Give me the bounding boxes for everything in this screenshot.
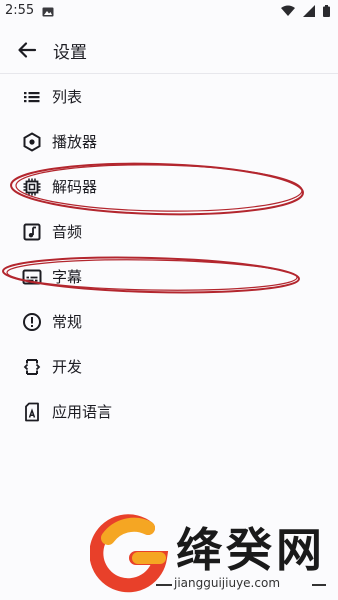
watermark: 绛癸网 jiangguijiuye.com <box>90 514 330 600</box>
menu-item-subtitles[interactable]: 字幕 <box>0 254 338 299</box>
info-icon <box>23 313 41 331</box>
watermark-brand: 绛癸网 <box>176 523 326 577</box>
watermark-line-left <box>156 584 172 586</box>
menu-item-label: 应用语言 <box>52 403 113 421</box>
subtitles-icon <box>22 269 42 285</box>
menu-item-label: 字幕 <box>52 268 83 286</box>
watermark-line-right <box>312 584 326 586</box>
arrow-back-icon <box>18 42 37 58</box>
page-title: 设置 <box>53 43 87 63</box>
menu-item-list[interactable]: 列表 <box>0 74 338 119</box>
menu-item-developer[interactable]: 开发 <box>0 344 338 389</box>
menu-item-label: 列表 <box>52 88 83 106</box>
gallery-icon <box>42 6 54 21</box>
menu-item-label: 常规 <box>52 313 83 331</box>
status-time: 2:55 <box>5 3 35 18</box>
menu-item-label: 解码器 <box>52 178 98 196</box>
status-icons <box>277 5 330 20</box>
list-icon <box>24 92 40 103</box>
menu-item-app-language[interactable]: 应用语言 <box>0 389 338 434</box>
menu-item-audio[interactable]: 音频 <box>0 209 338 254</box>
signal-icon <box>302 5 315 17</box>
menu-item-label: 开发 <box>52 358 83 376</box>
watermark-logo <box>90 514 169 593</box>
chip-icon <box>23 178 41 196</box>
menu-item-general[interactable]: 常规 <box>0 299 338 344</box>
player-icon <box>23 132 41 152</box>
menu-item-player[interactable]: 播放器 <box>0 119 338 164</box>
wifi-icon <box>280 5 295 16</box>
menu-item-label: 音频 <box>52 223 83 241</box>
music-note-icon <box>23 223 41 241</box>
battery-icon <box>323 5 330 17</box>
language-icon <box>25 402 39 422</box>
settings-menu: 列表 播放器 解码器 音频 字幕 常规 开发 应用语言 <box>0 74 338 434</box>
developer-icon <box>23 359 41 375</box>
menu-item-decoder[interactable]: 解码器 <box>0 164 338 209</box>
status-bar: 2:55 <box>0 0 338 24</box>
watermark-url: jiangguijiuye.com <box>174 576 281 590</box>
app-bar: 设置 <box>0 30 338 70</box>
menu-item-label: 播放器 <box>52 133 98 151</box>
back-button[interactable] <box>13 36 41 64</box>
